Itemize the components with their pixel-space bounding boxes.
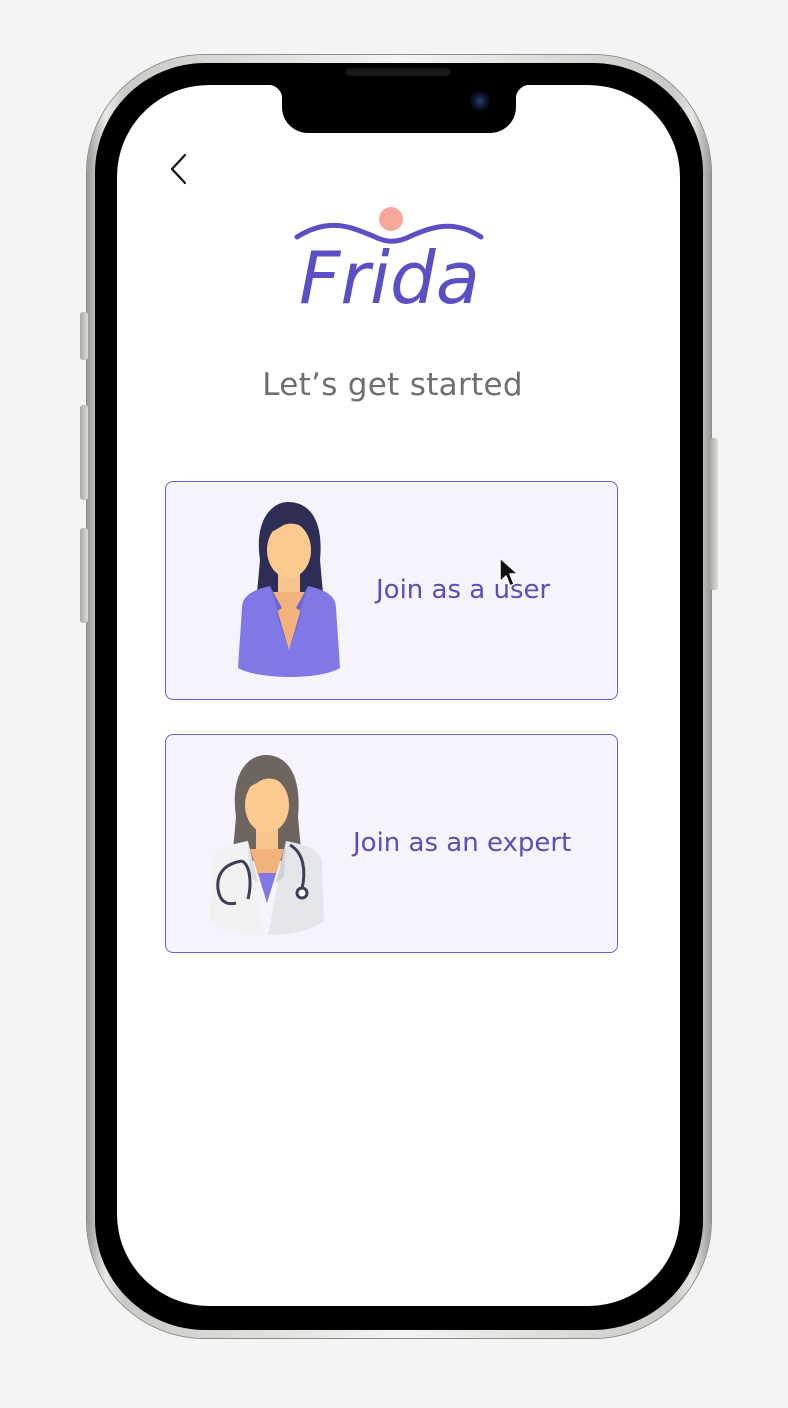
chevron-left-icon [170, 153, 187, 185]
svg-text:Frida: Frida [299, 236, 480, 313]
join-as-expert-card[interactable]: Join as an expert [165, 734, 618, 953]
notch [268, 85, 530, 133]
earpiece-speaker [345, 67, 451, 76]
woman-avatar-icon [230, 500, 350, 686]
page-title: Let’s get started [262, 367, 523, 403]
frida-logo: Frida [289, 203, 489, 320]
doctor-avatar-icon [206, 753, 330, 943]
phone-silent-switch [80, 312, 88, 360]
app-screen: Frida Let’s get started Join as a user J… [117, 85, 680, 1306]
join-as-expert-label: Join as an expert [353, 828, 572, 858]
phone-power-button [710, 438, 718, 590]
phone-volume-up [80, 405, 88, 500]
mouse-pointer-icon [499, 557, 519, 587]
back-button[interactable] [161, 149, 201, 189]
join-as-user-card[interactable]: Join as a user [165, 481, 618, 700]
front-camera-icon [470, 91, 490, 111]
phone-volume-down [80, 528, 88, 623]
join-as-user-label: Join as a user [376, 575, 551, 605]
